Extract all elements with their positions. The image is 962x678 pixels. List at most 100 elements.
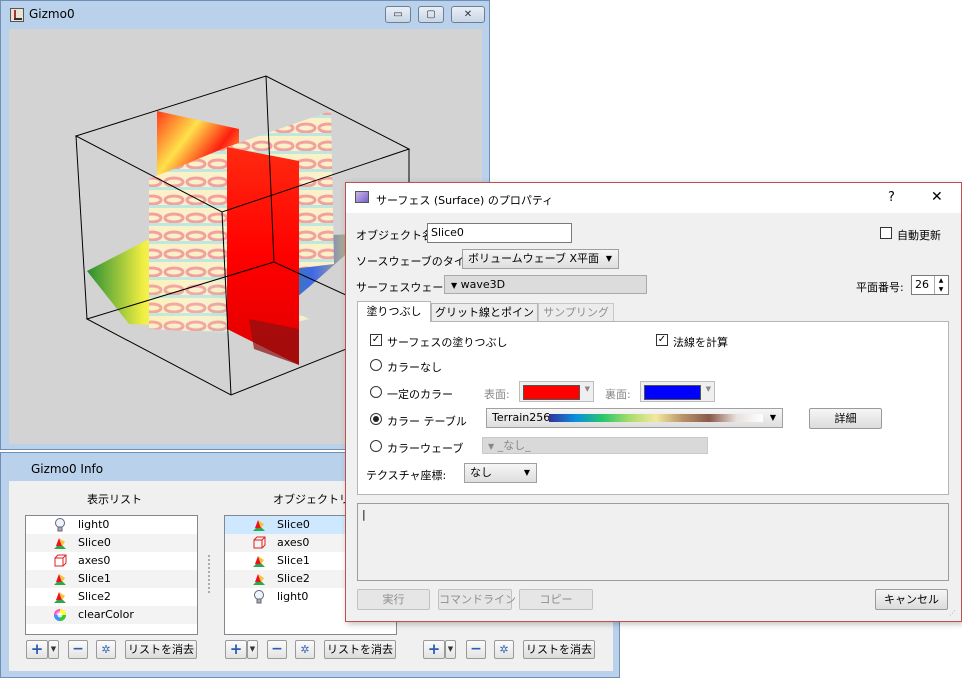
- plane-number-value: 26: [915, 278, 929, 291]
- surface-icon: [53, 536, 67, 550]
- source-type-value: ボリュームウェーブ X平面: [468, 252, 600, 265]
- constant-color-label: 一定のカラー: [387, 388, 453, 401]
- auto-update-checkbox[interactable]: [880, 227, 892, 239]
- color-table-select[interactable]: Terrain256 ▼: [486, 408, 783, 428]
- tab-fill-label: 塗りつぶし: [366, 305, 422, 318]
- add-attribute-menu[interactable]: ▼: [445, 640, 456, 659]
- object-item-label: Slice0: [277, 518, 310, 531]
- auto-update-label: 自動更新: [897, 229, 941, 242]
- maximize-button[interactable]: ▢: [418, 6, 444, 23]
- display-list-item[interactable]: Slice2: [26, 588, 197, 606]
- clear-display-list-button[interactable]: リストを消去: [125, 640, 197, 659]
- tab-sampling[interactable]: サンプリング: [538, 303, 614, 322]
- clear-attribute-list-button[interactable]: リストを消去: [523, 640, 595, 659]
- front-color-popup[interactable]: ▼: [519, 381, 594, 402]
- command-text-area[interactable]: |: [357, 503, 949, 581]
- add-object-button[interactable]: +: [225, 640, 247, 659]
- remove-display-button[interactable]: −: [68, 640, 88, 659]
- surface-wave-label: サーフェスウェーブ:: [356, 281, 458, 294]
- color-wave-label: カラーウェーブ: [387, 442, 464, 455]
- display-list-item[interactable]: axes0: [26, 552, 197, 570]
- display-list-item[interactable]: Slice1: [26, 570, 197, 588]
- add-display-button[interactable]: +: [26, 640, 48, 659]
- add-attribute-button[interactable]: +: [423, 640, 445, 659]
- color-wheel-icon: [53, 608, 67, 622]
- source-type-label: ソースウェーブのタイプ:: [356, 255, 480, 268]
- constant-color-radio[interactable]: [370, 386, 382, 398]
- minimize-button[interactable]: ▭: [385, 6, 411, 23]
- help-button[interactable]: ?: [888, 190, 895, 205]
- gizmo-app-icon: [10, 8, 24, 22]
- plane-number-label: 平面番号:: [856, 281, 904, 294]
- surface-icon: [53, 590, 67, 604]
- resize-grip[interactable]: ⋰: [949, 610, 959, 621]
- object-name-field[interactable]: Slice0: [427, 223, 572, 243]
- gear-icon[interactable]: ✲: [494, 640, 514, 659]
- texture-coords-value: なし: [470, 466, 492, 479]
- tab-grid-lines[interactable]: グリット線とポイント: [431, 303, 538, 336]
- compute-normals-label: 法線を計算: [673, 336, 728, 349]
- source-type-select[interactable]: ボリュームウェーブ X平面 ▼: [462, 249, 619, 269]
- gear-icon[interactable]: ✲: [96, 640, 116, 659]
- compute-normals-checkbox[interactable]: ✓: [656, 334, 668, 346]
- display-item-label: clearColor: [78, 608, 134, 621]
- no-color-radio[interactable]: [370, 359, 382, 371]
- display-list-item[interactable]: light0: [26, 516, 197, 534]
- gear-icon[interactable]: ✲: [295, 640, 315, 659]
- display-list-item[interactable]: Slice0: [26, 534, 197, 552]
- display-item-label: light0: [78, 518, 110, 531]
- fill-surface-checkbox[interactable]: ✓: [370, 334, 382, 346]
- lightbulb-icon: [53, 518, 67, 532]
- close-button[interactable]: ✕: [451, 6, 485, 23]
- remove-attribute-button[interactable]: −: [466, 640, 486, 659]
- object-item-label: Slice1: [277, 554, 310, 567]
- axes-icon: [252, 536, 266, 550]
- object-item-label: axes0: [277, 536, 310, 549]
- texture-coords-label: テクスチャ座標:: [366, 469, 447, 482]
- display-list[interactable]: light0 Slice0 axes0 Slice1 Slice2 clearColor: [25, 515, 198, 635]
- remove-object-button[interactable]: −: [267, 640, 287, 659]
- lightbulb-icon: [252, 590, 266, 604]
- surface-wave-select[interactable]: ▼ wave3D: [444, 275, 647, 294]
- execute-button[interactable]: 実行: [357, 589, 430, 610]
- back-color-popup[interactable]: ▼: [640, 381, 715, 402]
- color-table-label: カラー テーブル: [387, 415, 467, 428]
- gizmo-title: Gizmo0: [29, 7, 75, 21]
- display-list-item[interactable]: clearColor: [26, 606, 197, 624]
- plane-number-field[interactable]: 26 ▲ ▼: [911, 275, 949, 295]
- splitter-handle[interactable]: [208, 555, 213, 593]
- surface-properties-dialog: サーフェス (Surface) のプロパティ ? ✕ オブジェクト名: Slic…: [345, 182, 962, 622]
- close-icon[interactable]: ✕: [931, 189, 943, 205]
- display-item-label: Slice2: [78, 590, 111, 603]
- dialog-title: サーフェス (Surface) のプロパティ: [376, 194, 554, 207]
- dialog-titlebar[interactable]: サーフェス (Surface) のプロパティ ? ✕: [346, 183, 961, 213]
- cancel-button[interactable]: キャンセル: [875, 589, 948, 610]
- front-label: 表面:: [484, 388, 510, 401]
- texture-coords-select[interactable]: なし ▼: [464, 463, 537, 483]
- copy-button[interactable]: コピー: [519, 589, 593, 610]
- display-item-label: axes0: [78, 554, 111, 567]
- clear-object-list-button[interactable]: リストを消去: [324, 640, 396, 659]
- color-wave-radio[interactable]: [370, 440, 382, 452]
- surface-wave-value: wave3D: [460, 278, 506, 291]
- add-display-menu[interactable]: ▼: [48, 640, 59, 659]
- gizmo-titlebar[interactable]: Gizmo0 ▭ ▢ ✕: [1, 1, 489, 29]
- display-list-header: 表示リスト: [87, 493, 142, 506]
- add-object-menu[interactable]: ▼: [247, 640, 258, 659]
- command-line-button[interactable]: コマンドライン: [438, 589, 516, 610]
- details-button[interactable]: 詳細: [809, 408, 882, 429]
- fill-surface-label: サーフェスの塗りつぶし: [387, 336, 508, 349]
- terrain-gradient: [549, 414, 763, 422]
- back-color-swatch: [644, 385, 701, 400]
- info-title: Gizmo0 Info: [31, 462, 104, 476]
- color-table-radio[interactable]: [370, 413, 382, 425]
- dialog-app-icon: [355, 191, 369, 203]
- object-item-label: Slice2: [277, 572, 310, 585]
- front-color-swatch: [523, 385, 580, 400]
- surface-icon: [252, 518, 266, 532]
- color-wave-select[interactable]: ▼ _なし_: [482, 437, 708, 454]
- surface-icon: [53, 572, 67, 586]
- tab-fill[interactable]: 塗りつぶし: [357, 301, 431, 322]
- plane-number-stepper[interactable]: ▲ ▼: [934, 276, 947, 294]
- back-label: 裏面:: [605, 388, 631, 401]
